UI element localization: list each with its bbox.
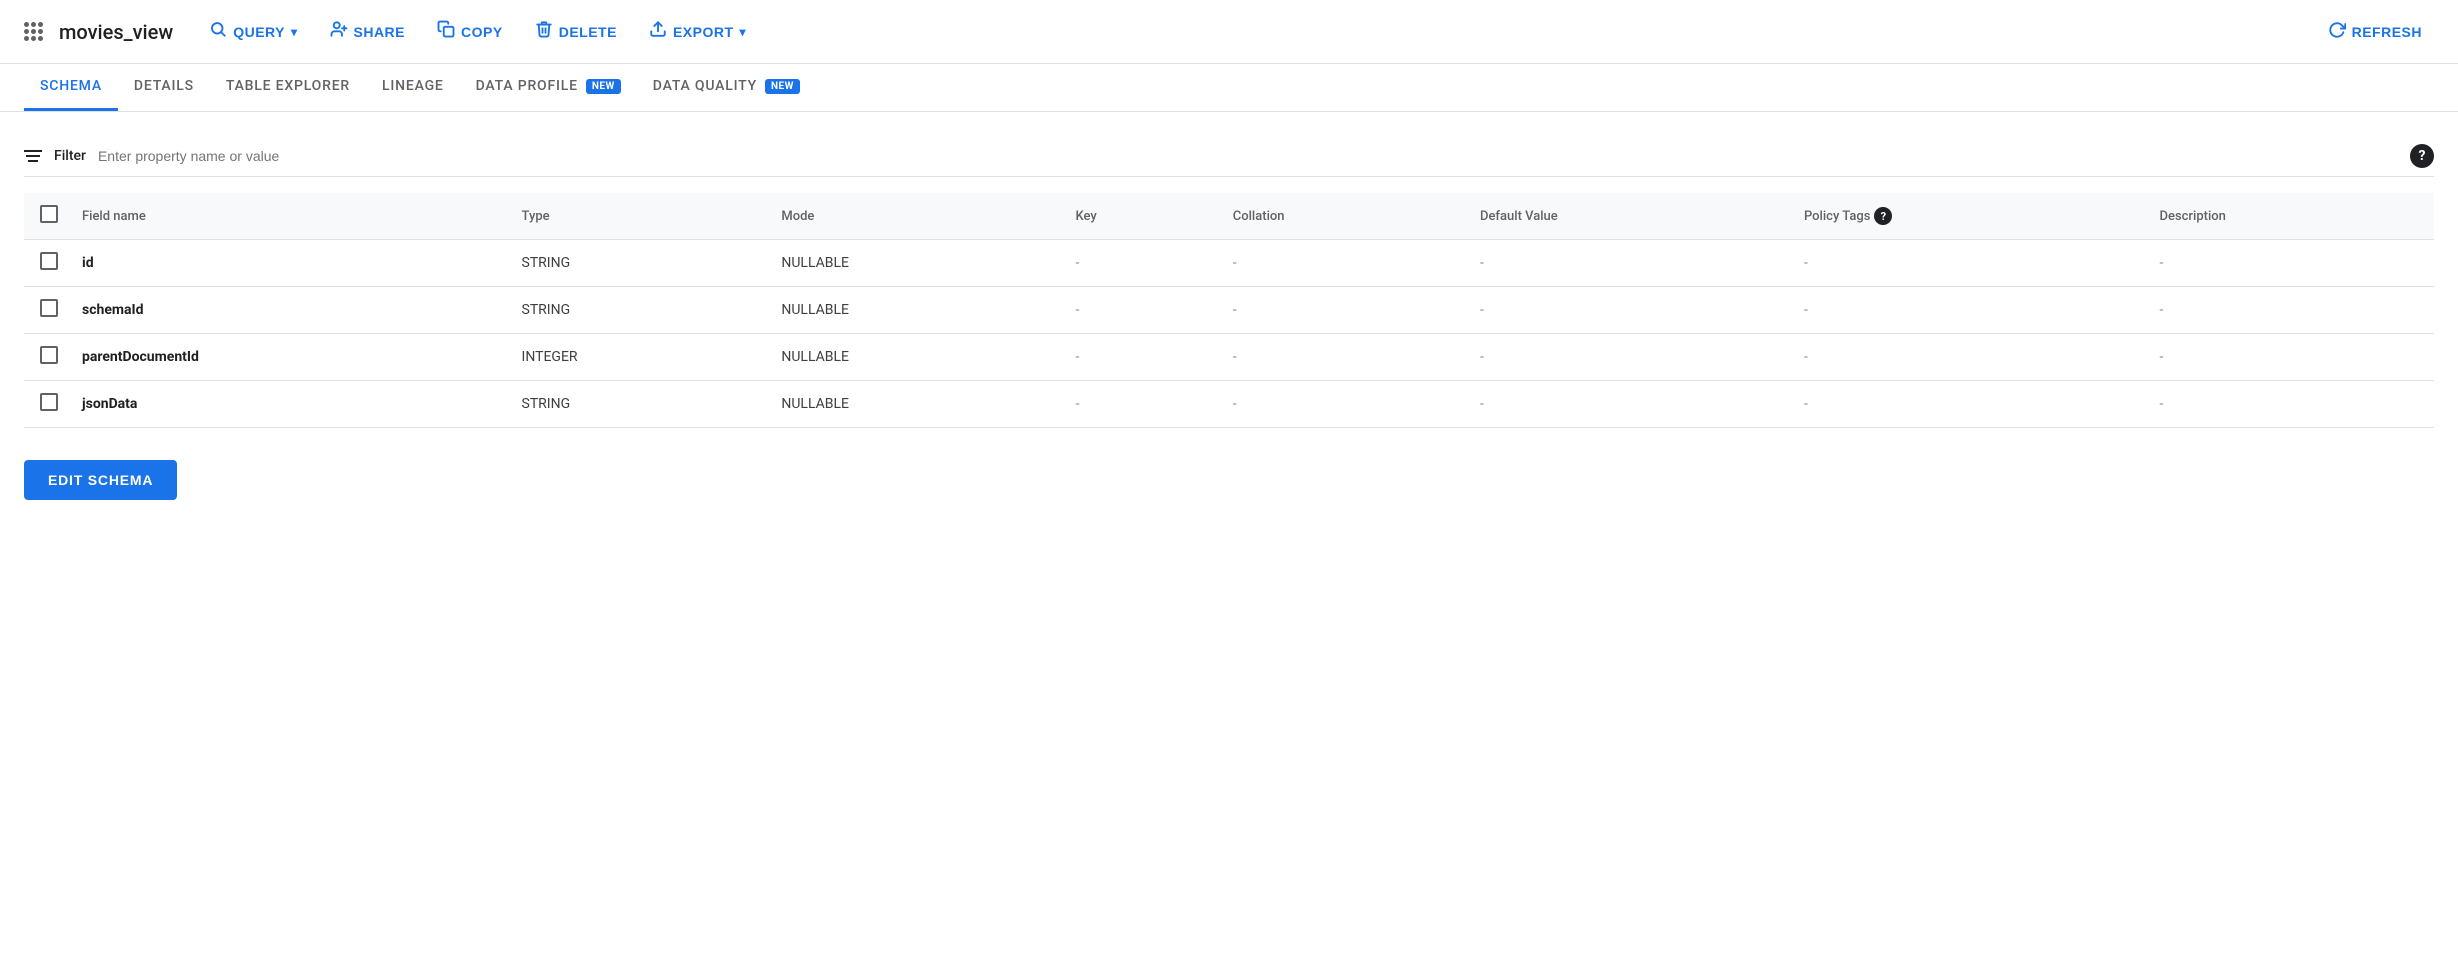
page-title: movies_view — [59, 20, 173, 44]
export-dropdown-icon: ▾ — [740, 25, 747, 39]
cell-mode: NULLABLE — [765, 381, 1059, 428]
cell-key: - — [1059, 240, 1216, 287]
cell-type: INTEGER — [506, 334, 766, 381]
header-type: Type — [506, 193, 766, 240]
query-icon — [209, 20, 227, 43]
header-description: Description — [2144, 193, 2435, 240]
filter-label: Filter — [54, 148, 86, 164]
cell-mode: NULLABLE — [765, 287, 1059, 334]
cell-default-value: - — [1464, 334, 1788, 381]
table-row: id STRING NULLABLE - - - - - — [24, 240, 2434, 287]
edit-schema-button[interactable]: EDIT SCHEMA — [24, 460, 177, 500]
cell-type: STRING — [506, 240, 766, 287]
row-checkbox-2[interactable] — [40, 346, 58, 364]
cell-field-name: id — [66, 240, 506, 287]
row-checkbox-1[interactable] — [40, 299, 58, 317]
cell-type: STRING — [506, 381, 766, 428]
cell-mode: NULLABLE — [765, 334, 1059, 381]
filter-bar: Filter ? — [24, 136, 2434, 177]
cell-policy-tags: - — [1788, 287, 2144, 334]
cell-collation: - — [1217, 240, 1464, 287]
cell-default-value: - — [1464, 381, 1788, 428]
cell-policy-tags: - — [1788, 240, 2144, 287]
tab-lineage[interactable]: LINEAGE — [366, 64, 460, 111]
filter-icon[interactable] — [24, 150, 42, 162]
table-row: jsonData STRING NULLABLE - - - - - — [24, 381, 2434, 428]
header-checkbox-col — [24, 193, 66, 240]
export-button[interactable]: EXPORT ▾ — [637, 12, 758, 51]
table-row: schemaId STRING NULLABLE - - - - - — [24, 287, 2434, 334]
toolbar: movies_view QUERY ▾ SHARE — [0, 0, 2458, 64]
tab-schema[interactable]: SCHEMA — [24, 64, 118, 111]
content-area: Filter ? Field name Type Mode Ke — [0, 112, 2458, 524]
copy-button[interactable]: COPY — [425, 12, 515, 51]
cell-default-value: - — [1464, 240, 1788, 287]
copy-icon — [437, 20, 455, 43]
table-row: parentDocumentId INTEGER NULLABLE - - - … — [24, 334, 2434, 381]
schema-table: Field name Type Mode Key Collation Defau… — [24, 193, 2434, 428]
cell-key: - — [1059, 381, 1216, 428]
tab-data-quality[interactable]: DATA QUALITY NEW — [637, 64, 816, 111]
tab-data-profile[interactable]: DATA PROFILE NEW — [460, 64, 637, 111]
cell-collation: - — [1217, 381, 1464, 428]
delete-button[interactable]: DELETE — [523, 12, 629, 51]
cell-field-name: jsonData — [66, 381, 506, 428]
share-icon — [330, 20, 348, 43]
policy-tags-help-icon[interactable]: ? — [1874, 207, 1892, 225]
query-button[interactable]: QUERY ▾ — [197, 12, 309, 51]
cell-mode: NULLABLE — [765, 240, 1059, 287]
filter-help-icon[interactable]: ? — [2410, 144, 2434, 168]
refresh-icon — [2328, 21, 2346, 42]
share-button[interactable]: SHARE — [318, 12, 418, 51]
header-field-name: Field name — [66, 193, 506, 240]
tab-table-explorer[interactable]: TABLE EXPLORER — [210, 64, 366, 111]
cell-default-value: - — [1464, 287, 1788, 334]
tabs-bar: SCHEMA DETAILS TABLE EXPLORER LINEAGE DA… — [0, 64, 2458, 112]
export-icon — [649, 20, 667, 43]
header-mode: Mode — [765, 193, 1059, 240]
row-checkbox-cell — [24, 240, 66, 287]
cell-type: STRING — [506, 287, 766, 334]
header-policy-tags: Policy Tags ? — [1788, 193, 2144, 240]
query-dropdown-icon: ▾ — [291, 25, 298, 39]
cell-policy-tags: - — [1788, 381, 2144, 428]
delete-icon — [535, 20, 553, 43]
cell-key: - — [1059, 287, 1216, 334]
data-profile-new-badge: NEW — [586, 79, 621, 94]
row-checkbox-0[interactable] — [40, 252, 58, 270]
table-header-row: Field name Type Mode Key Collation Defau… — [24, 193, 2434, 240]
row-checkbox-cell — [24, 381, 66, 428]
header-collation: Collation — [1217, 193, 1464, 240]
cell-key: - — [1059, 334, 1216, 381]
refresh-button[interactable]: REFRESH — [2316, 13, 2434, 50]
row-checkbox-3[interactable] — [40, 393, 58, 411]
cell-description: - — [2144, 381, 2435, 428]
cell-description: - — [2144, 240, 2435, 287]
cell-collation: - — [1217, 334, 1464, 381]
cell-field-name: parentDocumentId — [66, 334, 506, 381]
header-key: Key — [1059, 193, 1216, 240]
cell-description: - — [2144, 334, 2435, 381]
row-checkbox-cell — [24, 287, 66, 334]
apps-icon[interactable] — [24, 22, 43, 41]
cell-collation: - — [1217, 287, 1464, 334]
cell-description: - — [2144, 287, 2435, 334]
row-checkbox-cell — [24, 334, 66, 381]
data-quality-new-badge: NEW — [765, 79, 800, 94]
tab-details[interactable]: DETAILS — [118, 64, 210, 111]
cell-field-name: schemaId — [66, 287, 506, 334]
filter-input[interactable] — [98, 148, 1242, 164]
select-all-checkbox[interactable] — [40, 205, 58, 223]
cell-policy-tags: - — [1788, 334, 2144, 381]
header-default-value: Default Value — [1464, 193, 1788, 240]
